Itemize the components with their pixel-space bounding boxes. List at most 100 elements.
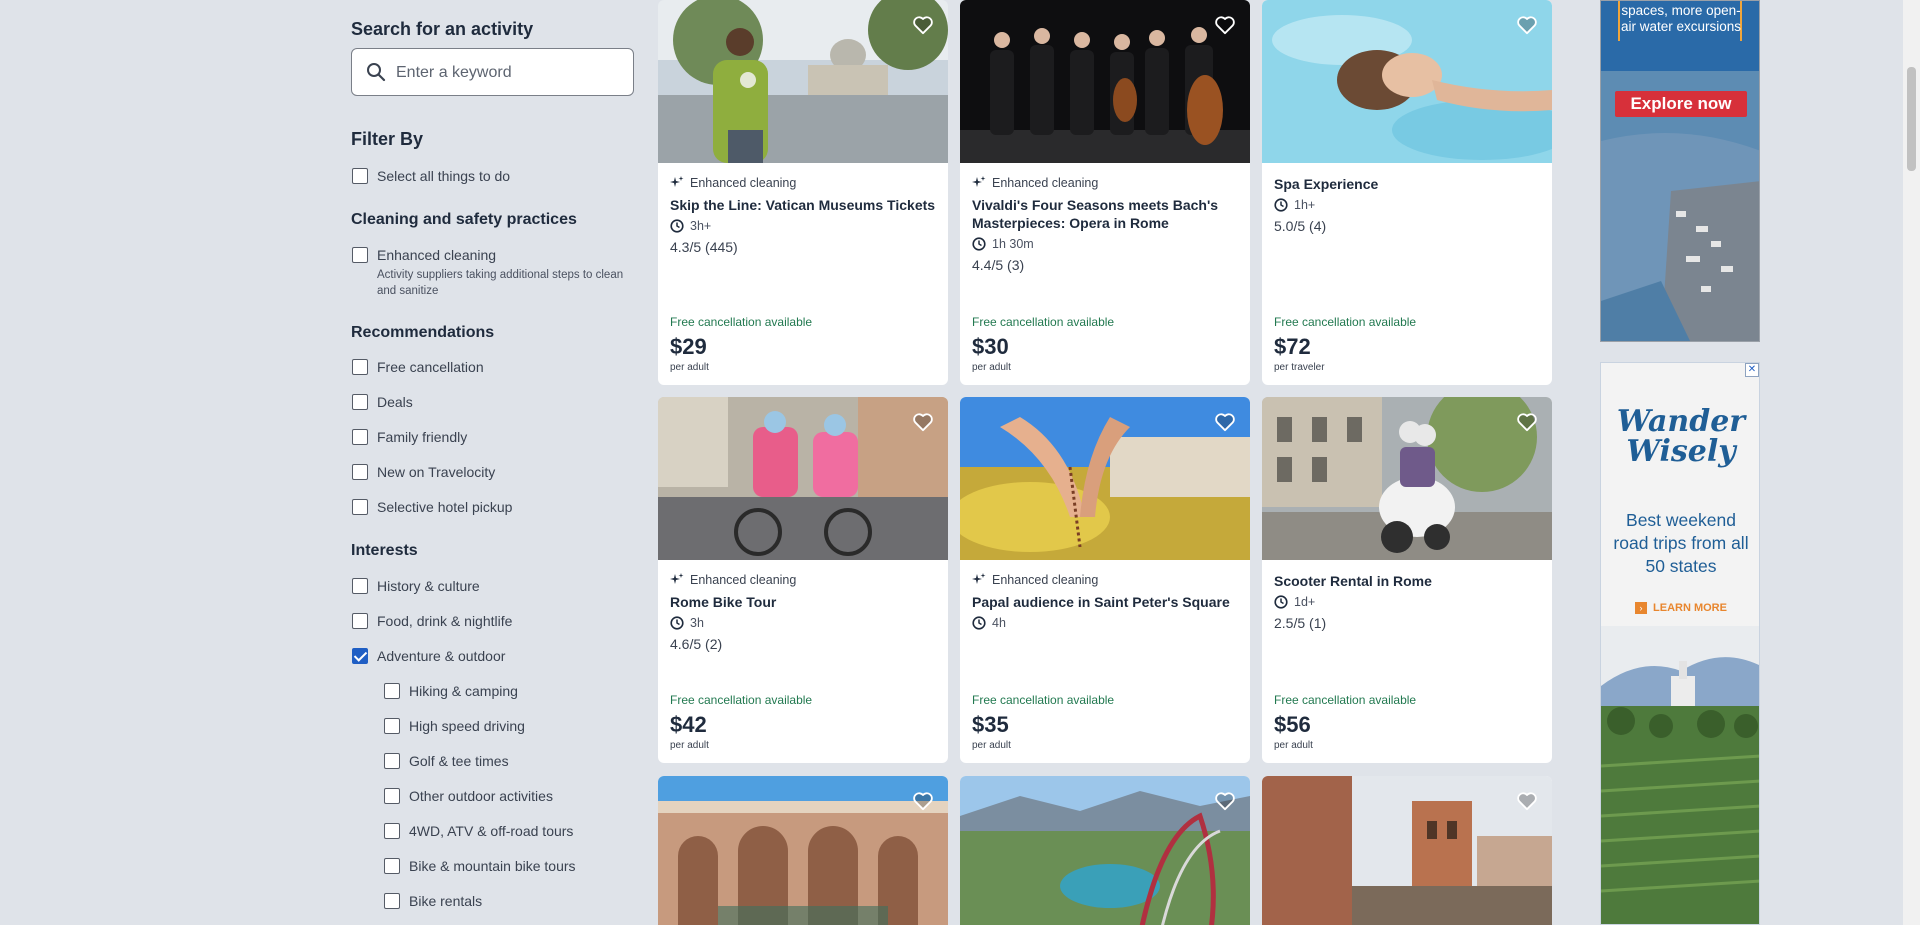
filter-deals[interactable]: Deals bbox=[352, 393, 413, 411]
duration-text: 1h+ bbox=[1294, 198, 1316, 212]
duration: 4h bbox=[972, 615, 1238, 631]
rating: 5.0/5 (4) bbox=[1274, 218, 1540, 234]
heart-icon[interactable] bbox=[1516, 15, 1538, 35]
activity-card[interactable]: Enhanced cleaning Skip the Line: Vatican… bbox=[658, 0, 948, 385]
sparkle-icon bbox=[972, 573, 986, 584]
checkbox[interactable] bbox=[384, 823, 400, 839]
activity-photo[interactable] bbox=[1262, 0, 1552, 163]
arrow-right-icon: › bbox=[1635, 602, 1648, 614]
checkbox[interactable] bbox=[384, 858, 400, 874]
activity-title[interactable]: Rome Bike Tour bbox=[670, 593, 936, 611]
filter-adventure-outdoor[interactable]: Adventure & outdoor bbox=[352, 647, 505, 665]
activity-photo[interactable] bbox=[1262, 776, 1552, 925]
filter-history-culture[interactable]: History & culture bbox=[352, 577, 480, 595]
checkbox-label: Bike & mountain bike tours bbox=[409, 858, 576, 874]
scrollbar-thumb[interactable] bbox=[1907, 67, 1916, 171]
checkbox[interactable] bbox=[352, 429, 368, 445]
activity-photo[interactable] bbox=[960, 0, 1250, 163]
activity-card[interactable]: Enhanced cleaning Rome Bike Tour 3h 4.6/… bbox=[658, 397, 948, 763]
heart-icon[interactable] bbox=[1516, 412, 1538, 432]
activity-photo[interactable] bbox=[960, 397, 1250, 560]
duration: 3h bbox=[670, 615, 936, 631]
filter-food-drink-nightlife[interactable]: Food, drink & nightlife bbox=[352, 612, 512, 630]
duration-text: 1d+ bbox=[1294, 595, 1316, 609]
filter-description: Activity suppliers taking additional ste… bbox=[377, 269, 624, 297]
activity-card[interactable]: Spa Experience 1h+ 5.0/5 (4) Free cancel… bbox=[1262, 0, 1552, 385]
ad-learn-more[interactable]: › LEARN MORE bbox=[1601, 602, 1759, 614]
activity-photo[interactable] bbox=[658, 397, 948, 560]
checkbox[interactable] bbox=[352, 613, 368, 629]
activity-photo[interactable] bbox=[960, 776, 1250, 925]
checkbox[interactable] bbox=[352, 394, 368, 410]
activity-card[interactable]: Scooter Rental in Rome 1d+ 2.5/5 (1) Fre… bbox=[1262, 397, 1552, 763]
search-input[interactable] bbox=[396, 61, 616, 85]
heart-icon[interactable] bbox=[1214, 791, 1236, 811]
duration: 1d+ bbox=[1274, 594, 1540, 610]
heart-icon[interactable] bbox=[1516, 791, 1538, 811]
checkbox-label: Adventure & outdoor bbox=[377, 648, 506, 664]
advertisement-banner[interactable]: spaces, more open-air water excursions E… bbox=[1600, 0, 1760, 342]
checkbox[interactable] bbox=[352, 168, 368, 184]
checkbox[interactable] bbox=[384, 753, 400, 769]
filter-free-cancellation[interactable]: Free cancellation bbox=[352, 358, 484, 376]
checkbox-checked[interactable] bbox=[352, 648, 368, 664]
activity-title[interactable]: Vivaldi's Four Seasons meets Bach's Mast… bbox=[972, 196, 1238, 232]
duration: 1h+ bbox=[1274, 197, 1540, 213]
filter-family-friendly[interactable]: Family friendly bbox=[352, 428, 467, 446]
activity-title[interactable]: Papal audience in Saint Peter's Square bbox=[972, 593, 1238, 611]
heart-icon[interactable] bbox=[912, 791, 934, 811]
heart-icon[interactable] bbox=[1214, 412, 1236, 432]
checkbox[interactable] bbox=[352, 247, 368, 263]
filter-bike-rentals[interactable]: Bike rentals bbox=[384, 892, 482, 910]
activity-title[interactable]: Skip the Line: Vatican Museums Tickets bbox=[670, 196, 936, 214]
checkbox[interactable] bbox=[352, 499, 368, 515]
filter-selective-hotel-pickup[interactable]: Selective hotel pickup bbox=[352, 498, 512, 516]
filter-other-outdoor[interactable]: Other outdoor activities bbox=[384, 787, 553, 805]
review-count: (4) bbox=[1309, 218, 1327, 234]
checkbox-label: Bike rentals bbox=[409, 893, 483, 909]
checkbox-label: 4WD, ATV & off-road tours bbox=[409, 823, 574, 839]
activity-photo[interactable] bbox=[658, 776, 948, 925]
filter-4wd-atv[interactable]: 4WD, ATV & off-road tours bbox=[384, 822, 573, 840]
advertisement-banner[interactable]: ✕ Wander Wisely Best weekend road trips … bbox=[1600, 362, 1760, 925]
free-cancellation-label: Free cancellation available bbox=[670, 693, 813, 707]
search-heading: Search for an activity bbox=[351, 19, 534, 39]
activity-card[interactable] bbox=[960, 776, 1250, 925]
close-icon[interactable]: ✕ bbox=[1745, 363, 1759, 377]
filter-bike-tours[interactable]: Bike & mountain bike tours bbox=[384, 857, 576, 875]
filter-enhanced-cleaning[interactable]: Enhanced cleaning Activity suppliers tak… bbox=[352, 246, 627, 299]
checkbox[interactable] bbox=[384, 718, 400, 734]
enhanced-cleaning-badge: Enhanced cleaning bbox=[670, 175, 936, 191]
activity-card[interactable] bbox=[658, 776, 948, 925]
checkbox[interactable] bbox=[352, 464, 368, 480]
filter-hiking-camping[interactable]: Hiking & camping bbox=[384, 682, 518, 700]
checkbox[interactable] bbox=[352, 359, 368, 375]
filter-golf-tee-times[interactable]: Golf & tee times bbox=[384, 752, 509, 770]
filter-new-on-travelocity[interactable]: New on Travelocity bbox=[352, 463, 495, 481]
page-scrollbar[interactable] bbox=[1903, 0, 1920, 925]
clock-icon bbox=[972, 616, 986, 630]
activity-title[interactable]: Spa Experience bbox=[1274, 175, 1540, 193]
checkbox[interactable] bbox=[384, 788, 400, 804]
activity-title[interactable]: Scooter Rental in Rome bbox=[1274, 572, 1540, 590]
activity-card[interactable]: Enhanced cleaning Vivaldi's Four Seasons… bbox=[960, 0, 1250, 385]
checkbox[interactable] bbox=[352, 578, 368, 594]
activity-photo[interactable] bbox=[1262, 397, 1552, 560]
ad-explore-button[interactable]: Explore now bbox=[1615, 91, 1747, 117]
badge-text: Enhanced cleaning bbox=[992, 176, 1099, 190]
price: $56 bbox=[1274, 712, 1311, 737]
filter-high-speed-driving[interactable]: High speed driving bbox=[384, 717, 525, 735]
checkbox[interactable] bbox=[384, 683, 400, 699]
price-unit: per traveler bbox=[1274, 362, 1325, 373]
checkbox-label: Family friendly bbox=[377, 429, 468, 445]
search-box[interactable] bbox=[351, 48, 634, 96]
heart-icon[interactable] bbox=[912, 15, 934, 35]
activity-card[interactable]: Enhanced cleaning Papal audience in Sain… bbox=[960, 397, 1250, 763]
heart-icon[interactable] bbox=[912, 412, 934, 432]
checkbox-label: Deals bbox=[377, 394, 413, 410]
heart-icon[interactable] bbox=[1214, 15, 1236, 35]
activity-photo[interactable] bbox=[658, 0, 948, 163]
filter-select-all[interactable]: Select all things to do bbox=[352, 167, 510, 185]
activity-card[interactable] bbox=[1262, 776, 1552, 925]
checkbox[interactable] bbox=[384, 893, 400, 909]
